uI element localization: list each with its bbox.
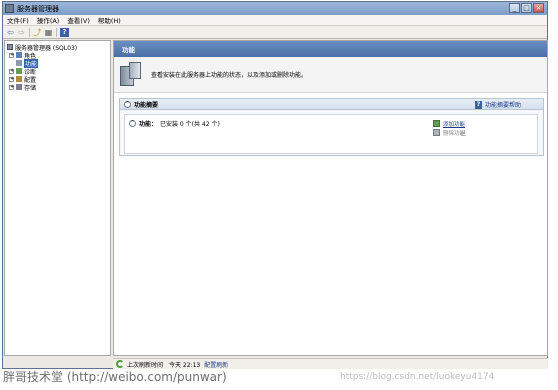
navigation-tree: 服务器管理器 (SQL03) + 角色 功能 + 诊断 + 配置 + 存储 — [4, 40, 111, 356]
collapse-icon[interactable]: ^ — [129, 120, 136, 127]
features-section: ^ 功能： 已安装 0 个(共 42 个) 添加功能 删除功能 ☝ — [124, 114, 538, 154]
server-icon — [7, 44, 13, 50]
menu-file[interactable]: 文件(F) — [7, 15, 29, 25]
summary-header: ^ 功能摘要 ? 功能摘要帮助 — [120, 99, 543, 110]
intro-section: 查看安装在此服务器上功能的状态，以及添加或删除功能。 — [114, 57, 547, 93]
back-icon[interactable]: ⇦ — [6, 28, 15, 37]
tree-item-storage[interactable]: + 存储 — [5, 83, 110, 92]
maximize-button[interactable]: □ — [521, 3, 532, 13]
features-count: 已安装 0 个(共 42 个) — [160, 121, 220, 128]
summary-title: 功能摘要 — [134, 101, 159, 109]
help-icon[interactable]: ? — [60, 27, 69, 37]
show-hide-tree-icon[interactable]: ▦ — [44, 28, 53, 37]
diagnostics-icon — [16, 68, 22, 74]
tree-item-label: 存储 — [24, 84, 37, 92]
expand-icon[interactable]: + — [9, 76, 14, 82]
refresh-icon — [116, 360, 124, 368]
menu-view[interactable]: 查看(V) — [67, 15, 90, 25]
close-button[interactable]: × — [533, 3, 544, 13]
window-title: 服务器管理器 — [17, 4, 59, 13]
expand-icon[interactable]: + — [9, 52, 14, 58]
toolbar-separator — [29, 27, 30, 37]
minimize-button[interactable]: _ — [509, 3, 520, 13]
tree-root[interactable]: 服务器管理器 (SQL03) — [5, 43, 110, 52]
features-label: 功能： — [139, 121, 158, 128]
add-features-button[interactable]: 添加功能 — [433, 119, 465, 128]
toolbar-separator — [56, 27, 57, 37]
watermark-left: 胖哥技术堂 (http://weibo.com/punwar) — [3, 370, 227, 384]
server-manager-icon — [5, 4, 14, 13]
expand-icon[interactable]: + — [9, 68, 14, 74]
summary-help-link[interactable]: ? 功能摘要帮助 — [474, 100, 521, 109]
intro-text: 查看安装在此服务器上功能的状态，以及添加或删除功能。 — [151, 72, 308, 79]
features-summary: ^ 功能摘要 ? 功能摘要帮助 ^ 功能： 已安装 0 个(共 42 个) 添加… — [119, 98, 544, 156]
server-features-icon — [120, 61, 142, 88]
remove-features-icon — [433, 129, 440, 136]
expand-icon[interactable]: + — [9, 84, 14, 90]
tree-item-features[interactable]: 功能 — [5, 58, 110, 68]
tree-item-diagnostics[interactable]: + 诊断 — [5, 67, 110, 76]
forward-icon[interactable]: ⇨ — [17, 28, 26, 37]
window-controls: _ □ × — [509, 3, 544, 13]
roles-icon — [16, 52, 22, 58]
menu-bar: 文件(F) 操作(A) 查看(V) 帮助(H) — [3, 15, 547, 26]
page-title: 功能 — [114, 41, 547, 57]
watermark-right: https://blog.csdn.net/luokeyu4174 — [340, 372, 495, 382]
features-status: ^ 功能： 已安装 0 个(共 42 个) — [129, 119, 220, 128]
up-icon[interactable]: ⤴ — [33, 28, 42, 37]
expand-placeholder — [9, 61, 14, 66]
add-features-icon — [433, 120, 440, 127]
features-icon — [16, 60, 22, 66]
storage-icon — [16, 84, 22, 90]
menu-action[interactable]: 操作(A) — [37, 15, 60, 25]
collapse-icon[interactable]: ^ — [124, 100, 131, 108]
add-features-label: 添加功能 — [443, 121, 466, 128]
server-manager-window: 服务器管理器 _ □ × 文件(F) 操作(A) 查看(V) 帮助(H) ⇦ ⇨… — [2, 1, 548, 369]
hand-cursor-icon: ☝ — [461, 129, 466, 138]
menu-help[interactable]: 帮助(H) — [98, 15, 121, 25]
toolbar: ⇦ ⇨ ⤴ ▦ ? — [3, 26, 547, 39]
configuration-icon — [16, 76, 22, 82]
tree-item-roles[interactable]: + 角色 — [5, 51, 110, 60]
summary-help-label: 功能摘要帮助 — [484, 102, 521, 109]
help-icon: ? — [474, 100, 482, 109]
title-bar[interactable]: 服务器管理器 _ □ × — [3, 2, 547, 15]
content-pane: 功能 查看安装在此服务器上功能的状态，以及添加或删除功能。 ^ 功能摘要 ? 功… — [113, 40, 548, 356]
tree-item-configuration[interactable]: + 配置 — [5, 75, 110, 84]
